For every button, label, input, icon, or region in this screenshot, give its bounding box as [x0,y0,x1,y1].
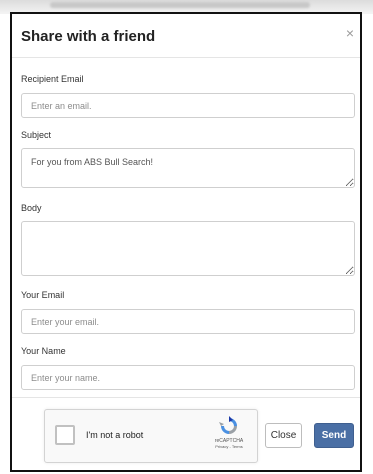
close-icon[interactable]: × [346,26,354,40]
subject-textarea[interactable] [21,148,355,188]
recaptcha-widget: I'm not a robot reCAPTCHA Privacy - Term… [44,409,258,463]
close-button[interactable]: Close [265,423,302,448]
recipient-email-input[interactable] [21,93,355,118]
body-textarea[interactable] [21,221,355,276]
share-modal: Share with a friend × Recipient Email Su… [10,12,362,472]
recaptcha-privacy-terms[interactable]: Privacy - Terms [211,444,247,449]
recaptcha-logo: reCAPTCHA Privacy - Terms [211,416,247,449]
body-label: Body [21,203,42,213]
your-name-label: Your Name [21,346,66,356]
send-button[interactable]: Send [314,423,354,448]
your-email-input[interactable] [21,309,355,334]
modal-header: Share with a friend × [12,14,360,58]
your-name-input[interactable] [21,365,355,390]
modal-title: Share with a friend [21,28,156,45]
subject-label: Subject [21,130,52,140]
recipient-email-label: Recipient Email [21,74,84,84]
recaptcha-label: I'm not a robot [86,430,144,440]
backdrop-blurred-content [50,2,310,8]
recaptcha-checkbox[interactable] [55,425,75,445]
recaptcha-logo-icon [219,416,237,434]
your-email-label: Your Email [21,290,65,300]
